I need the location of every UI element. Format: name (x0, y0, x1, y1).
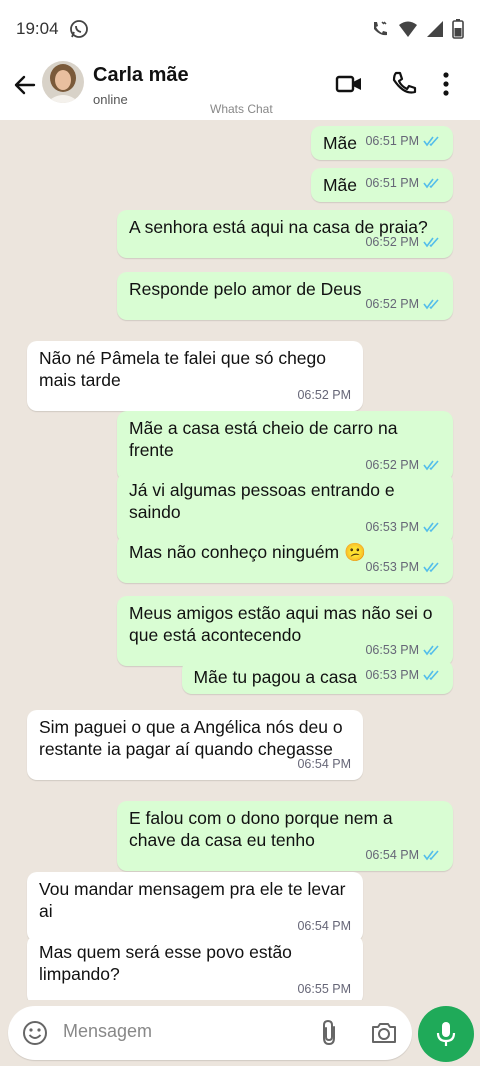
read-ticks-icon (423, 299, 439, 310)
mic-icon (436, 1022, 456, 1046)
composer-bar: Mensagem (0, 1000, 480, 1066)
message-time: 06:54 PM (365, 848, 419, 862)
message-text: Mas não conheço ninguém 😕 (129, 542, 366, 562)
message-outgoing[interactable]: Mãe 06:51 PM (310, 126, 453, 160)
message-text: Já vi algumas pessoas entrando e saindo (129, 480, 395, 522)
message-outgoing[interactable]: Já vi algumas pessoas entrando e saindo … (117, 473, 453, 543)
message-outgoing[interactable]: Responde pelo amor de Deus 06:52 PM (117, 272, 453, 320)
message-time: 06:54 PM (297, 757, 351, 771)
message-time: 06:52 PM (297, 388, 351, 402)
read-ticks-icon (423, 522, 439, 533)
read-ticks-icon (423, 670, 439, 681)
status-time: 19:04 (16, 19, 59, 38)
emoji-icon[interactable] (22, 1020, 48, 1046)
attach-icon[interactable] (316, 1019, 344, 1047)
battery-icon (452, 19, 464, 39)
read-ticks-icon (423, 850, 439, 861)
message-outgoing[interactable]: Mas não conheço ninguém 😕 06:53 PM (117, 535, 453, 583)
message-text: Mãe (322, 133, 357, 153)
camera-icon[interactable] (370, 1019, 398, 1047)
message-input[interactable]: Mensagem (8, 1006, 412, 1060)
message-outgoing[interactable]: Meus amigos estão aqui mas não sei o que… (117, 596, 453, 666)
read-ticks-icon (423, 562, 439, 573)
message-time: 06:52 PM (365, 297, 419, 311)
message-time: 06:53 PM (365, 560, 419, 574)
message-text: Responde pelo amor de Deus (129, 279, 362, 299)
phone-icon[interactable] (390, 70, 418, 98)
video-call-icon[interactable] (335, 70, 363, 98)
avatar[interactable] (42, 61, 84, 103)
chat-header: Carla mãe online Whats Chat (0, 58, 480, 120)
message-time: 06:52 PM (365, 235, 419, 249)
message-outgoing[interactable]: E falou com o dono porque nem a chave da… (117, 801, 453, 871)
message-text: E falou com o dono porque nem a chave da… (129, 808, 393, 850)
read-ticks-icon (423, 237, 439, 248)
message-incoming[interactable]: Vou mandar mensagem pra ele te levar ai … (27, 872, 363, 942)
read-ticks-icon (423, 178, 439, 189)
message-incoming[interactable]: Não né Pâmela te falei que só chego mais… (27, 341, 363, 411)
message-text: Não né Pâmela te falei que só chego mais… (39, 348, 326, 390)
message-text: Mãe a casa está cheio de carro na frente (129, 418, 398, 460)
more-options-icon[interactable] (432, 70, 460, 98)
read-ticks-icon (423, 645, 439, 656)
wifi-icon (399, 21, 417, 37)
message-time: 06:54 PM (297, 919, 351, 933)
message-outgoing[interactable]: Mãe a casa está cheio de carro na frente… (117, 411, 453, 481)
message-text: Mãe tu pagou a casa (193, 667, 357, 687)
message-incoming[interactable]: Sim paguei o que a Angélica nós deu o re… (27, 710, 363, 780)
message-time: 06:51 PM (365, 134, 419, 148)
back-arrow-icon[interactable] (10, 70, 40, 100)
chat-area[interactable]: Mãe 06:51 PM Mãe 06:51 PM A senhora está… (0, 120, 480, 1000)
read-ticks-icon (423, 136, 439, 147)
message-outgoing[interactable]: A senhora está aqui na casa de praia? 06… (117, 210, 453, 258)
contact-status: online (93, 92, 128, 107)
message-outgoing[interactable]: Mãe 06:51 PM (310, 168, 453, 202)
message-text: Mas quem será esse povo estão limpando? (39, 942, 292, 984)
message-time: 06:55 PM (297, 982, 351, 996)
app-watermark: Whats Chat (210, 102, 273, 116)
message-placeholder: Mensagem (63, 1021, 153, 1041)
signal-icon (427, 21, 443, 37)
contact-name[interactable]: Carla mãe (93, 64, 189, 87)
message-time: 06:51 PM (365, 176, 419, 190)
phone-vibrate-icon (374, 21, 387, 36)
message-text: Mãe (322, 175, 357, 195)
voice-record-button[interactable] (418, 1006, 474, 1062)
message-outgoing[interactable]: Mãe tu pagou a casa 06:53 PM (181, 660, 453, 694)
message-incoming[interactable]: Mas quem será esse povo estão limpando? … (27, 935, 363, 1000)
message-time: 06:53 PM (365, 668, 419, 682)
message-time: 06:53 PM (365, 643, 419, 657)
read-ticks-icon (423, 460, 439, 471)
whatsapp-icon (69, 20, 88, 38)
status-bar: 19:04 (0, 0, 480, 58)
